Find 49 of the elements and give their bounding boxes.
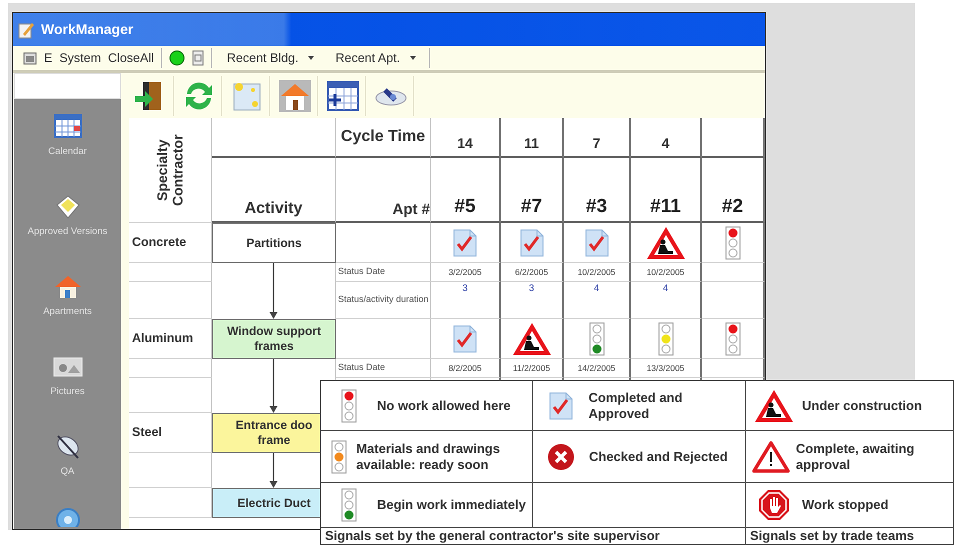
legend-text: Checked and Rejected <box>589 448 728 464</box>
status-date: 3/2/2005 <box>448 266 482 278</box>
contractor-label: Aluminum <box>132 330 194 348</box>
activity-box: Window support frames <box>212 319 336 359</box>
recent-dropdown[interactable]: Recent Apt. <box>327 48 422 68</box>
contractor-label: Steel <box>132 424 162 442</box>
window-title: WorkManager <box>41 20 134 39</box>
cycle-time-value: 4 <box>662 134 670 152</box>
apartment-number: #3 <box>586 194 608 218</box>
row-label: Status Date <box>338 265 386 278</box>
legend-text: Work stopped <box>802 497 888 513</box>
status-date: 11/2/2005 <box>512 362 550 374</box>
legend-text: Begin work immediately <box>377 497 526 513</box>
contractor-label: Concrete <box>132 234 186 252</box>
column-header: Activity <box>244 199 302 219</box>
menu-item[interactable]: E <box>44 48 52 68</box>
legend-caption: Signals set by the general contractor's site supervisor <box>324 528 661 544</box>
legend-text: Materials and drawings available: ready soon <box>356 440 501 472</box>
legend-caption: Signals set by trade teams <box>749 528 916 544</box>
apartment-number: #11 <box>650 194 681 218</box>
column-header: Specialty Contractor <box>154 133 186 208</box>
apartment-number: #7 <box>520 194 542 218</box>
legend-text: Under construction <box>802 398 922 414</box>
row-label: Status Date <box>338 361 386 374</box>
cycle-time-value: 14 <box>457 134 473 152</box>
menu-item[interactable]: CloseAll <box>108 48 154 68</box>
status-date: 8/2/2005 <box>448 362 482 374</box>
duration-value: 4 <box>662 282 668 296</box>
status-date: 13/3/2005 <box>646 362 684 374</box>
duration-value: 3 <box>462 282 468 296</box>
row-label: Status/activity duration <box>338 293 429 306</box>
legend-text: Completed and Approved <box>588 390 684 422</box>
status-date: 10/2/2005 <box>646 266 684 278</box>
status-date: 10/2/2005 <box>578 266 616 278</box>
legend-text: No work allowed here <box>377 398 511 414</box>
status-date: 14/2/2005 <box>578 362 616 374</box>
cycle-time-value: 11 <box>524 134 539 152</box>
menu-item[interactable]: System <box>59 48 102 68</box>
legend-text: Complete, awaiting approval <box>796 440 916 472</box>
duration-value: 3 <box>528 282 534 296</box>
duration-value: 4 <box>594 282 600 296</box>
activity-box: Partitions <box>212 223 336 263</box>
status-date: 6/2/2005 <box>514 266 548 278</box>
column-header: Apt # <box>392 200 430 220</box>
column-header: Cycle Time <box>340 127 426 147</box>
recent-dropdown[interactable]: Recent Bldg. <box>218 48 320 68</box>
apartment-number: #2 <box>722 194 744 218</box>
apartment-number: #5 <box>454 194 476 218</box>
cycle-time-value: 7 <box>592 134 600 152</box>
